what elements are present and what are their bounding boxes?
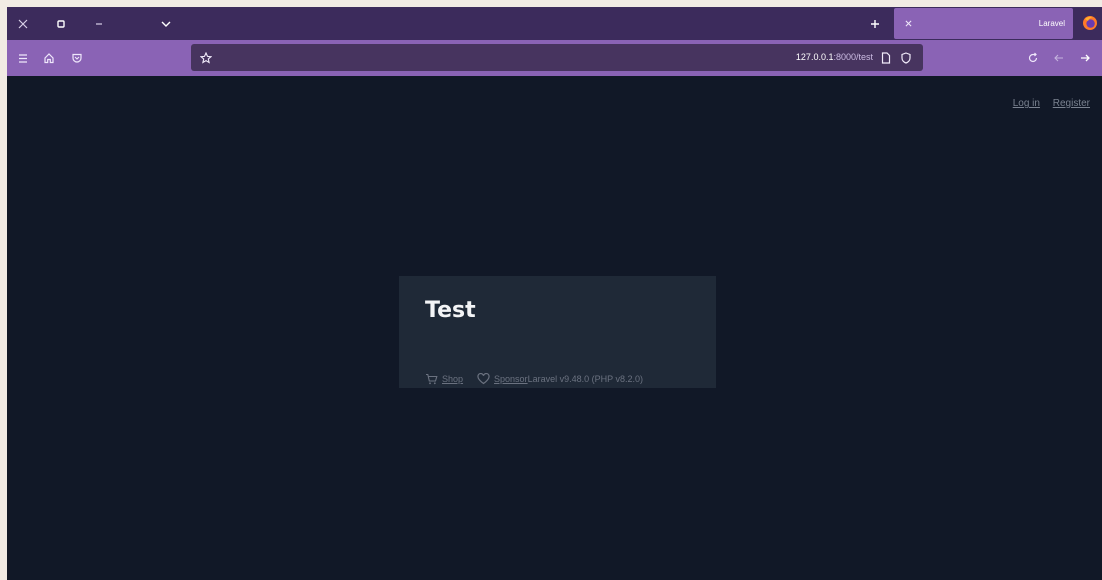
page-title: Test: [425, 298, 476, 323]
url-host: 127.0.0.1: [795, 52, 834, 62]
minimize-window-button[interactable]: [85, 7, 113, 40]
card-footer: Shop Sponsor Laravel v9.48.0 (PHP v8.2.0): [425, 372, 643, 386]
tab-title: Laravel: [1038, 19, 1065, 28]
page-icon: [881, 51, 891, 64]
address-bar[interactable]: 127.0.0.1:8000/test: [191, 44, 923, 71]
sponsor-link[interactable]: Sponsor: [494, 374, 528, 384]
star-icon: [200, 51, 212, 64]
shopping-cart-icon: [426, 373, 438, 385]
reload-button[interactable]: [1021, 40, 1045, 76]
minimize-icon: [96, 22, 102, 25]
shop-link[interactable]: Shop: [442, 374, 463, 384]
reload-icon: [1028, 52, 1038, 63]
reader-view-button[interactable]: [877, 44, 895, 71]
tab-laravel[interactable]: Laravel: [894, 8, 1073, 39]
url-text[interactable]: 127.0.0.1:8000/test: [796, 44, 873, 71]
firefox-logo-icon: [1083, 16, 1097, 30]
arrow-right-icon: [1081, 54, 1090, 62]
pocket-button[interactable]: [65, 40, 89, 76]
tab-close-button[interactable]: [898, 8, 918, 39]
pocket-icon: [72, 53, 82, 63]
chevron-down-icon: [161, 21, 171, 27]
home-icon: [44, 53, 54, 64]
home-button[interactable]: [37, 40, 61, 76]
url-path: :8000/test: [833, 52, 873, 62]
list-all-tabs-button[interactable]: [152, 7, 180, 40]
menu-button[interactable]: [11, 40, 35, 76]
shield-icon: [901, 51, 911, 64]
close-icon: [18, 19, 28, 28]
close-window-button[interactable]: [9, 7, 37, 40]
browser-window: Laravel 127.0.0.1:8000/test Log in Regis…: [7, 7, 1102, 580]
version-text: Laravel v9.48.0 (PHP v8.2.0): [527, 374, 643, 384]
tracking-protection-button[interactable]: [897, 44, 915, 71]
restore-window-button[interactable]: [47, 7, 75, 40]
heart-icon: [477, 373, 490, 385]
back-button[interactable]: [1047, 40, 1071, 76]
page-viewport: Log in Register Test Shop Sponsor Laravel…: [7, 76, 1102, 580]
hamburger-menu-icon: [19, 53, 27, 63]
close-icon: [905, 20, 911, 27]
bookmark-star-button[interactable]: [197, 44, 215, 71]
register-link[interactable]: Register: [1053, 98, 1090, 109]
arrow-left-icon: [1054, 54, 1063, 62]
login-link[interactable]: Log in: [1013, 98, 1040, 109]
restore-icon: [57, 19, 65, 28]
new-tab-button[interactable]: [861, 7, 889, 40]
plus-icon: [871, 19, 879, 28]
navigation-toolbar: 127.0.0.1:8000/test: [7, 40, 1102, 76]
content-card: Test Shop Sponsor Laravel v9.48.0 (PHP v8…: [399, 276, 716, 388]
tab-strip: Laravel: [7, 7, 1102, 40]
forward-button[interactable]: [1073, 40, 1097, 76]
auth-nav: Log in Register: [1003, 98, 1090, 109]
